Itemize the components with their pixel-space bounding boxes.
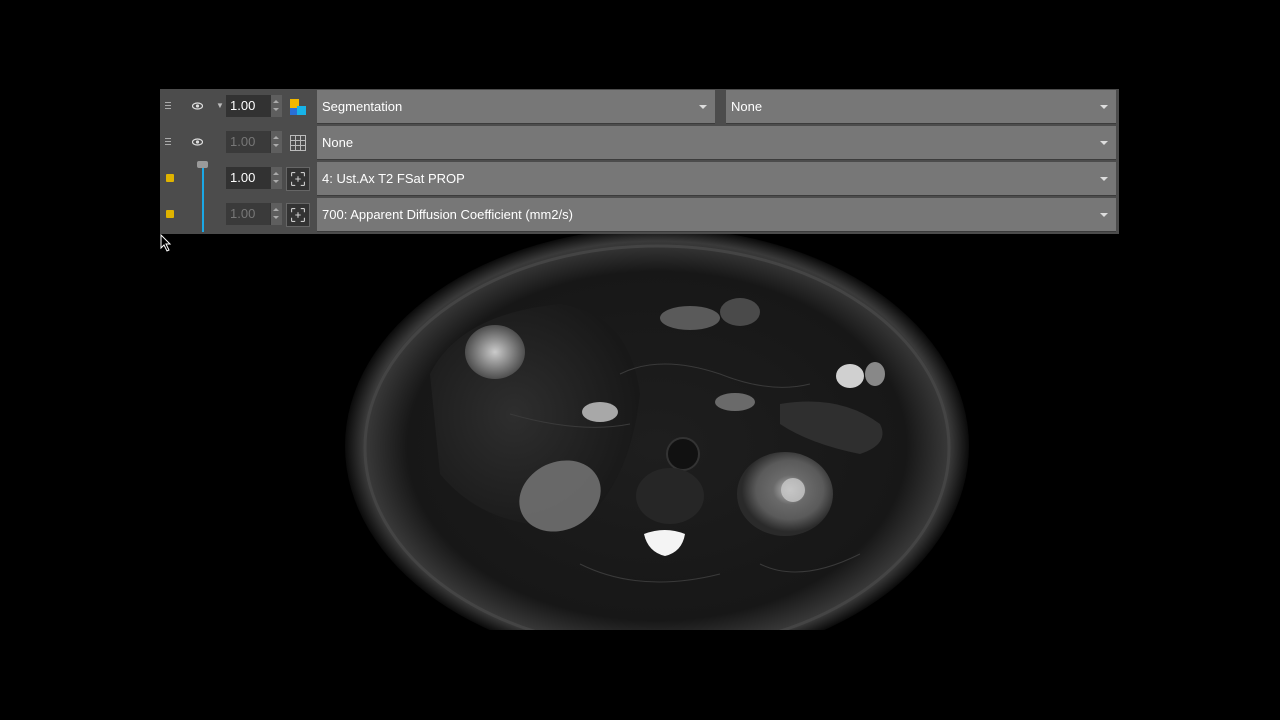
layer-row-t2: 1.00 4: Ust.Ax T2 FSat PROP — [160, 161, 1119, 197]
blend-slider-handle[interactable] — [197, 161, 208, 168]
opacity-caret-icon[interactable]: ▼ — [216, 101, 224, 110]
layer-select-label: 700: Apparent Diffusion Coefficient (mm2… — [322, 207, 573, 222]
grid-icon[interactable] — [286, 131, 310, 155]
opacity-field[interactable]: 1.00 — [226, 203, 270, 225]
opacity-field[interactable]: 1.00 — [226, 167, 270, 189]
chevron-down-icon — [1100, 213, 1108, 217]
chevron-down-icon — [1100, 105, 1108, 109]
image-series-icon[interactable] — [286, 203, 310, 227]
lock-icon[interactable] — [166, 174, 174, 182]
mri-axial-image — [345, 234, 969, 630]
eye-icon[interactable] — [192, 102, 203, 110]
chevron-down-icon — [1100, 141, 1108, 145]
opacity-field[interactable]: 1.00 — [226, 131, 270, 153]
layer-row-adc: 1.00 700: Apparent Diffusion Coefficient… — [160, 197, 1119, 233]
opacity-stepper[interactable] — [270, 131, 282, 153]
image-viewport[interactable] — [160, 234, 1119, 630]
layer-select-label: 4: Ust.Ax T2 FSat PROP — [322, 171, 465, 186]
opacity-field[interactable]: 1.00 — [226, 95, 270, 117]
grip-icon[interactable] — [165, 138, 171, 147]
layer-panel: ▼ 1.00 Segmentation None 1.00 None 1.00 … — [160, 89, 1119, 234]
lock-icon[interactable] — [166, 210, 174, 218]
secondary-select-label: None — [731, 99, 763, 114]
eye-icon[interactable] — [192, 138, 203, 146]
chevron-down-icon — [699, 105, 707, 109]
layer-select-adc[interactable]: 700: Apparent Diffusion Coefficient (mm2… — [317, 198, 1116, 232]
layer-row-segmentation: ▼ 1.00 Segmentation None — [160, 89, 1119, 125]
image-series-icon[interactable] — [286, 167, 310, 191]
layer-select-label: None — [322, 135, 354, 150]
pointer-cursor-icon — [160, 234, 172, 252]
chevron-down-icon — [1100, 177, 1108, 181]
layer-select-overlay[interactable]: None — [317, 126, 1116, 160]
layer-row-overlay: 1.00 None — [160, 125, 1119, 161]
layer-select-label: Segmentation — [322, 99, 403, 114]
segmentation-colormap-icon[interactable] — [286, 95, 310, 119]
opacity-stepper[interactable] — [270, 167, 282, 189]
opacity-stepper[interactable] — [270, 95, 282, 117]
viewer-app: ▼ 1.00 Segmentation None 1.00 None 1.00 … — [160, 89, 1119, 630]
layer-select-t2[interactable]: 4: Ust.Ax T2 FSat PROP — [317, 162, 1116, 196]
grip-icon[interactable] — [165, 102, 171, 111]
opacity-stepper[interactable] — [270, 203, 282, 225]
segmentation-secondary-select[interactable]: None — [726, 90, 1116, 124]
layer-select-segmentation[interactable]: Segmentation — [317, 90, 715, 124]
blend-slider-track[interactable] — [202, 165, 204, 232]
